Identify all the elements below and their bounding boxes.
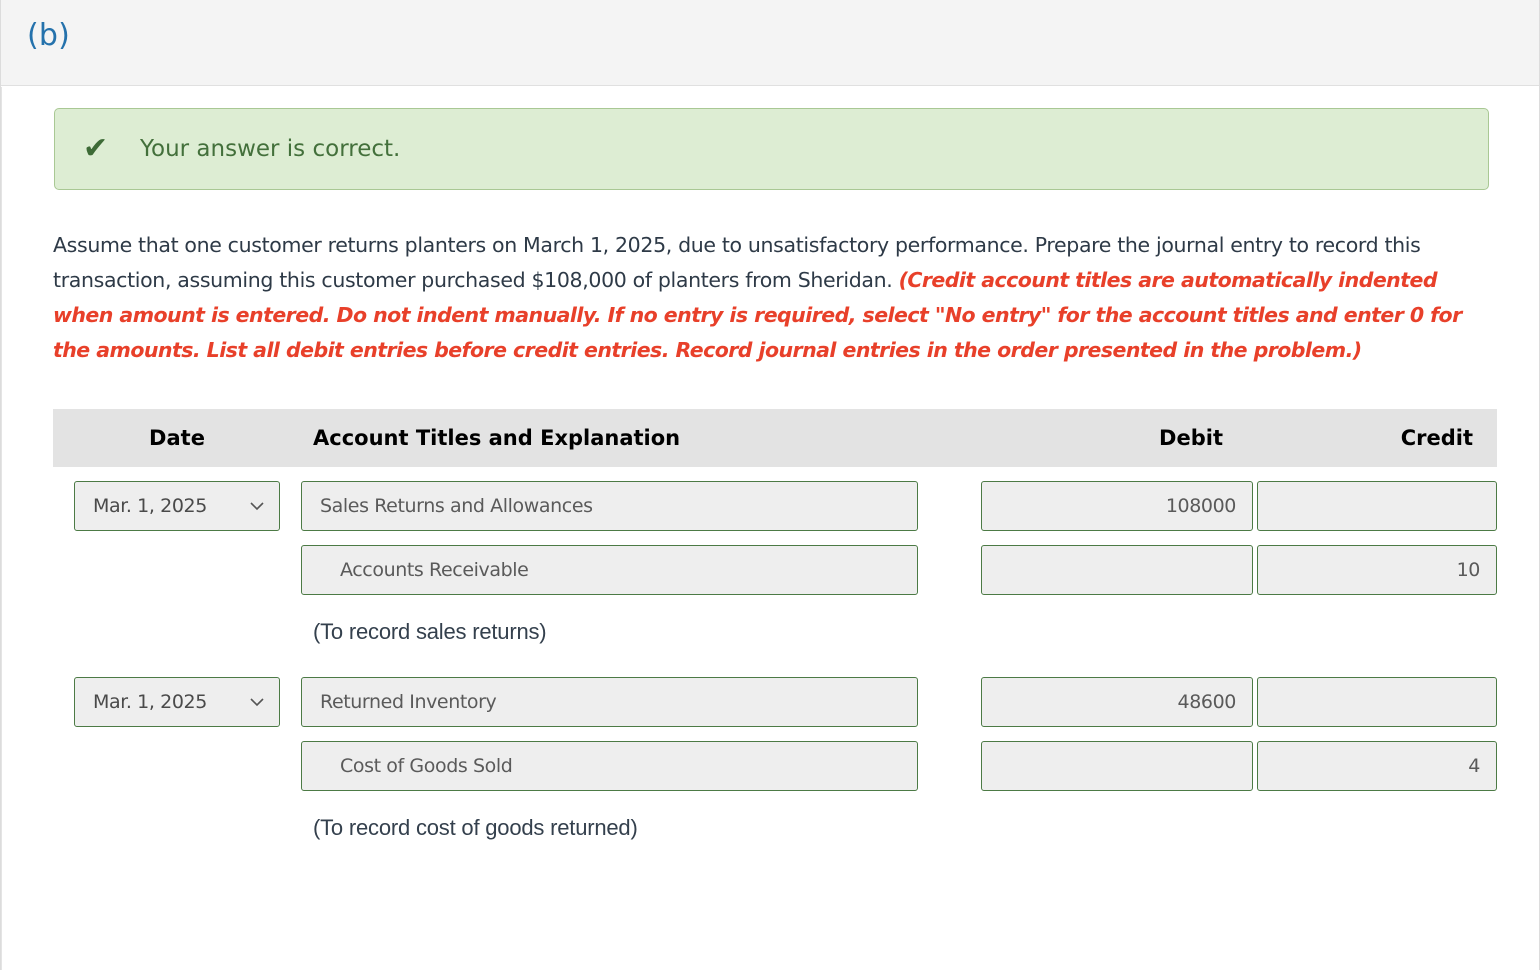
cell-account: Accounts Receivable — [301, 545, 977, 595]
answer-status-message: Your answer is correct. — [140, 136, 401, 162]
date-select[interactable]: Mar. 1, 2025 — [74, 481, 280, 531]
cell-account: Sales Returns and Allowances — [301, 481, 977, 531]
journal-entry-table: Date Account Titles and Explanation Debi… — [53, 409, 1497, 841]
page-root: (b) ✔ Your answer is correct. Assume tha… — [0, 0, 1540, 970]
debit-amount-value: 108000 — [1165, 495, 1237, 517]
account-title-input[interactable]: Returned Inventory — [301, 677, 918, 727]
credit-amount-value: 10 — [1456, 559, 1481, 581]
cell-debit — [977, 741, 1257, 791]
cell-account: Returned Inventory — [301, 677, 977, 727]
debit-amount-input[interactable]: 108000 — [981, 481, 1253, 531]
cell-account: (To record sales returns) — [301, 619, 977, 645]
cell-debit: 108000 — [977, 481, 1257, 531]
question-text: Assume that one customer returns planter… — [53, 228, 1493, 368]
answer-status-banner: ✔ Your answer is correct. — [54, 108, 1489, 190]
debit-amount-input[interactable] — [981, 545, 1253, 595]
cell-credit — [1257, 677, 1497, 727]
cell-date: Mar. 1, 2025 — [53, 481, 301, 531]
cell-date: Mar. 1, 2025 — [53, 677, 301, 727]
credit-amount-input[interactable]: 4 — [1257, 741, 1497, 791]
debit-amount-value: 48600 — [1177, 691, 1237, 713]
account-title-value: Cost of Goods Sold — [340, 755, 513, 777]
cell-account: Cost of Goods Sold — [301, 741, 977, 791]
account-title-value: Sales Returns and Allowances — [320, 495, 593, 517]
table-row: Mar. 1, 2025 Returned Inventory 48600 — [53, 677, 1497, 727]
cell-debit: 48600 — [977, 677, 1257, 727]
date-select-value: Mar. 1, 2025 — [93, 691, 207, 713]
part-label: (b) — [27, 18, 71, 53]
cell-debit — [977, 545, 1257, 595]
table-header-row: Date Account Titles and Explanation Debi… — [53, 409, 1497, 467]
debit-amount-input[interactable] — [981, 741, 1253, 791]
table-row: Mar. 1, 2025 Sales Returns and Allowance… — [53, 481, 1497, 531]
cell-credit: 10 — [1257, 545, 1497, 595]
account-title-value: Returned Inventory — [320, 691, 497, 713]
chevron-down-icon — [249, 694, 265, 710]
column-header-account: Account Titles and Explanation — [313, 426, 681, 450]
credit-amount-value: 4 — [1468, 755, 1480, 777]
credit-amount-input[interactable] — [1257, 481, 1497, 531]
check-icon: ✔ — [83, 131, 109, 166]
column-header-date: Date — [149, 426, 205, 450]
account-title-input[interactable]: Accounts Receivable — [301, 545, 918, 595]
date-select-value: Mar. 1, 2025 — [93, 495, 207, 517]
debit-amount-input[interactable]: 48600 — [981, 677, 1253, 727]
content-area: ✔ Your answer is correct. Assume that on… — [1, 87, 1539, 970]
table-row: (To record sales returns) — [53, 619, 1497, 645]
cell-credit — [1257, 481, 1497, 531]
credit-amount-input[interactable] — [1257, 677, 1497, 727]
chevron-down-icon — [249, 498, 265, 514]
credit-amount-input[interactable]: 10 — [1257, 545, 1497, 595]
cell-account: (To record cost of goods returned) — [301, 815, 977, 841]
table-row: (To record cost of goods returned) — [53, 815, 1497, 841]
column-header-debit: Debit — [1159, 426, 1223, 450]
entry-explanation: (To record sales returns) — [313, 619, 547, 644]
column-header-credit: Credit — [1400, 426, 1473, 450]
table-row: Cost of Goods Sold 4 — [53, 741, 1497, 791]
entry-explanation: (To record cost of goods returned) — [313, 815, 638, 840]
account-title-input[interactable]: Sales Returns and Allowances — [301, 481, 918, 531]
table-row: Accounts Receivable 10 — [53, 545, 1497, 595]
cell-credit: 4 — [1257, 741, 1497, 791]
date-select[interactable]: Mar. 1, 2025 — [74, 677, 280, 727]
part-header-bar: (b) — [1, 0, 1539, 86]
account-title-value: Accounts Receivable — [340, 559, 529, 581]
account-title-input[interactable]: Cost of Goods Sold — [301, 741, 918, 791]
